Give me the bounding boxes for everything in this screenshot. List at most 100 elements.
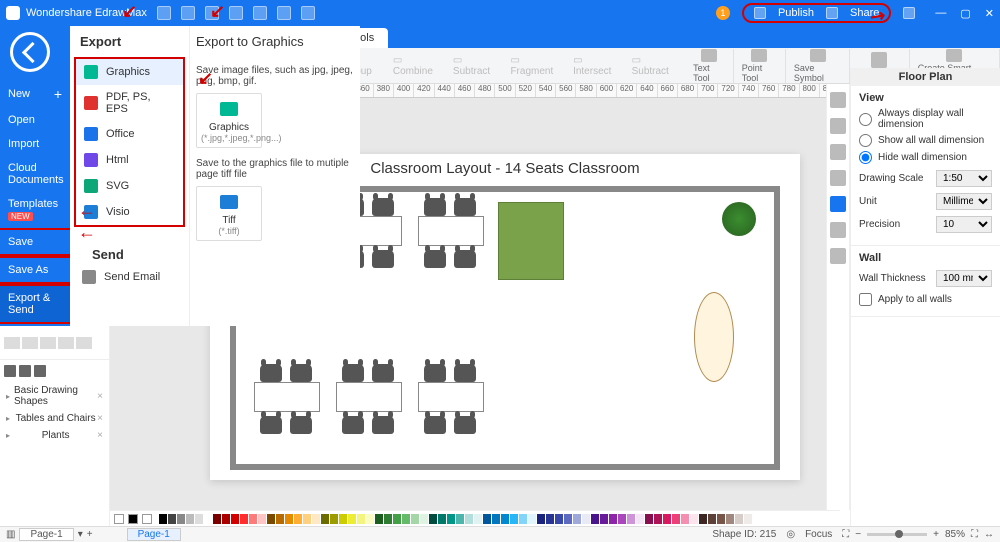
color-swatch[interactable] — [744, 514, 752, 524]
rt-more-icon[interactable] — [830, 170, 846, 186]
color-swatch[interactable] — [276, 514, 284, 524]
precision-select[interactable]: 10 — [936, 216, 992, 233]
color-swatch[interactable] — [735, 514, 743, 524]
color-swatch[interactable] — [159, 514, 167, 524]
export-tile-graphics[interactable]: Graphics(*.jpg,*.jpeg,*.png...) — [196, 93, 262, 148]
zoom-in-icon[interactable]: + — [933, 529, 939, 540]
color-swatch[interactable] — [366, 514, 374, 524]
zoom-control[interactable]: ⛶ − + 85% ⛶ ↔ — [842, 529, 994, 540]
send-email[interactable]: Send Email — [82, 270, 177, 284]
color-swatch[interactable] — [429, 514, 437, 524]
export-item-pdf-ps-eps[interactable]: PDF, PS, EPS — [76, 85, 183, 121]
color-swatch[interactable] — [663, 514, 671, 524]
shape-cat-plants[interactable]: Plants× — [0, 427, 109, 444]
rt-theme-icon[interactable] — [830, 92, 846, 108]
export-item-graphics[interactable]: Graphics — [76, 59, 183, 85]
current-color[interactable] — [128, 514, 138, 524]
color-swatch[interactable] — [492, 514, 500, 524]
color-swatch[interactable] — [339, 514, 347, 524]
qat-icon-7[interactable] — [301, 6, 315, 20]
color-swatch[interactable] — [690, 514, 698, 524]
color-swatch[interactable] — [411, 514, 419, 524]
color-swatch[interactable] — [582, 514, 590, 524]
file-menu-save-as[interactable]: Save As — [0, 256, 70, 284]
fullscreen-icon[interactable]: ⛶ — [971, 529, 978, 540]
publish-icon[interactable] — [754, 7, 766, 19]
color-swatch[interactable] — [573, 514, 581, 524]
wall-thickness-select[interactable]: 100 mm — [936, 270, 992, 287]
shape-cat-tables-and-chairs[interactable]: Tables and Chairs× — [0, 410, 109, 427]
file-menu-save[interactable]: Save — [0, 228, 70, 256]
file-menu-templates[interactable]: Templates NEW — [0, 192, 70, 228]
expand-icon[interactable]: ↔ — [984, 529, 994, 540]
color-swatch[interactable] — [213, 514, 221, 524]
export-tile-tiff[interactable]: Tiff(*.tiff) — [196, 186, 262, 241]
back-button[interactable] — [10, 32, 50, 72]
doc-tab[interactable]: Page-1 — [127, 528, 181, 541]
notification-badge[interactable]: 1 — [716, 6, 730, 20]
opt-hide[interactable]: Hide wall dimension — [859, 151, 992, 164]
color-swatch[interactable] — [510, 514, 518, 524]
maximize-button[interactable]: ▢ — [960, 7, 970, 20]
color-swatch[interactable] — [294, 514, 302, 524]
rt-icon-7[interactable] — [830, 248, 846, 264]
color-swatch[interactable] — [483, 514, 491, 524]
color-swatch[interactable] — [591, 514, 599, 524]
opt-always-display[interactable]: Always display wall dimension — [859, 108, 992, 130]
minimize-button[interactable]: — — [935, 7, 946, 20]
color-swatch[interactable] — [285, 514, 293, 524]
zoom-out-icon[interactable]: − — [855, 529, 861, 540]
settings-icon[interactable] — [903, 7, 915, 19]
qat-icon-5[interactable] — [253, 6, 267, 20]
color-swatch[interactable] — [249, 514, 257, 524]
rt-floorplan-icon[interactable] — [830, 196, 846, 212]
qat-icon-4[interactable] — [229, 6, 243, 20]
color-swatch[interactable] — [501, 514, 509, 524]
color-swatch[interactable] — [231, 514, 239, 524]
unit-select[interactable]: Millimet... — [936, 193, 992, 210]
color-swatch[interactable] — [726, 514, 734, 524]
color-swatch[interactable] — [609, 514, 617, 524]
no-fill-icon[interactable] — [142, 514, 152, 524]
fit-icon[interactable]: ⛶ — [842, 529, 849, 540]
color-palette[interactable] — [110, 510, 840, 526]
color-swatch[interactable] — [204, 514, 212, 524]
color-swatch[interactable] — [357, 514, 365, 524]
rt-bg-icon[interactable] — [830, 118, 846, 134]
focus-icon[interactable]: ◎ — [786, 529, 795, 540]
page-tab[interactable]: Page-1 — [19, 528, 73, 541]
color-swatch[interactable] — [600, 514, 608, 524]
export-item-svg[interactable]: SVG — [76, 173, 183, 199]
color-swatch[interactable] — [384, 514, 392, 524]
color-swatch[interactable] — [546, 514, 554, 524]
add-page-icon[interactable]: + — [87, 529, 93, 540]
color-swatch[interactable] — [681, 514, 689, 524]
color-swatch[interactable] — [348, 514, 356, 524]
color-swatch[interactable] — [465, 514, 473, 524]
color-swatch[interactable] — [312, 514, 320, 524]
color-swatch[interactable] — [195, 514, 203, 524]
drawing-scale-select[interactable]: 1:50 — [936, 170, 992, 187]
color-swatch[interactable] — [618, 514, 626, 524]
color-swatch[interactable] — [222, 514, 230, 524]
pages-icon[interactable]: ▥ — [6, 529, 15, 540]
color-swatch[interactable] — [537, 514, 545, 524]
color-swatch[interactable] — [447, 514, 455, 524]
color-swatch[interactable] — [438, 514, 446, 524]
file-menu-import[interactable]: Import — [0, 132, 70, 156]
export-item-office[interactable]: Office — [76, 121, 183, 147]
color-swatch[interactable] — [519, 514, 527, 524]
page-dropdown-icon[interactable]: ▾ — [78, 529, 83, 540]
color-swatch[interactable] — [717, 514, 725, 524]
color-swatch[interactable] — [627, 514, 635, 524]
color-swatch[interactable] — [168, 514, 176, 524]
color-swatch[interactable] — [186, 514, 194, 524]
ribbon-text-tool[interactable]: Text Tool — [685, 49, 734, 83]
eyedropper-icon[interactable] — [114, 514, 124, 524]
shape-thumbs[interactable] — [0, 326, 109, 360]
ribbon-point-tool[interactable]: Point Tool — [734, 49, 786, 83]
color-swatch[interactable] — [402, 514, 410, 524]
color-swatch[interactable] — [708, 514, 716, 524]
qat-undo-icon[interactable] — [181, 6, 195, 20]
file-menu-cloud-documents[interactable]: Cloud Documents — [0, 156, 70, 192]
